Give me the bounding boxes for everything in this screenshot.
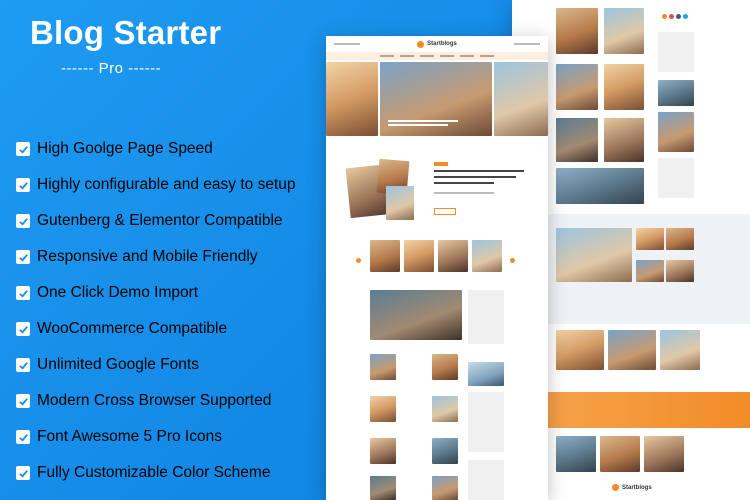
slider-image	[494, 62, 548, 136]
feature-label: Font Awesome 5 Pro Icons	[37, 428, 222, 445]
post-thumbnail	[370, 354, 396, 380]
feature-label: Responsive and Mobile Friendly	[37, 248, 258, 265]
social-icon[interactable]	[683, 14, 688, 19]
checkbox-icon	[16, 214, 30, 228]
feature-item: WooCommerce Compatible	[16, 311, 296, 347]
post-thumbnail	[604, 64, 644, 110]
sidebar-list	[468, 392, 504, 452]
subscribe-widget	[658, 32, 694, 72]
post-thumbnail	[370, 476, 396, 500]
mockup-nav	[326, 52, 548, 60]
checkbox-icon	[16, 394, 30, 408]
post-thumbnail	[604, 8, 644, 54]
feature-label: Fully Customizable Color Scheme	[37, 464, 271, 481]
featured-post	[608, 330, 656, 370]
checkbox-icon	[16, 322, 30, 336]
feature-item: Font Awesome 5 Pro Icons	[16, 419, 296, 455]
social-icon[interactable]	[669, 14, 674, 19]
social-icon[interactable]	[662, 14, 667, 19]
post-title[interactable]	[434, 176, 516, 178]
post-thumbnail	[636, 260, 664, 282]
feature-item: High Goolge Page Speed	[16, 131, 296, 167]
post-thumbnail	[556, 8, 598, 54]
feature-item: Responsive and Mobile Friendly	[16, 239, 296, 275]
post-thumbnail	[370, 438, 396, 464]
ad-image	[658, 80, 694, 106]
sidebar-image	[468, 362, 504, 386]
checkbox-icon	[16, 358, 30, 372]
slider-caption	[388, 120, 458, 122]
post-thumbnail	[666, 228, 694, 250]
featured-post	[660, 330, 700, 370]
feature-item: Modern Cross Browser Supported	[16, 383, 296, 419]
post-thumbnail	[472, 240, 502, 272]
hero-subtitle: ------ Pro ------	[61, 60, 162, 77]
post-thumbnail	[556, 436, 596, 472]
feature-label: Gutenberg & Elementor Compatible	[37, 212, 283, 229]
post-thumbnail	[370, 240, 400, 272]
checkbox-icon	[16, 286, 30, 300]
checkbox-icon	[16, 466, 30, 480]
post-thumbnail	[600, 436, 640, 472]
featured-post	[556, 330, 604, 370]
category-widget	[658, 158, 694, 198]
feature-label: WooCommerce Compatible	[37, 320, 228, 337]
post-thumbnail	[404, 240, 434, 272]
footer-logo: Startblogs	[612, 484, 652, 491]
promo-collage	[386, 186, 414, 220]
newsletter-band	[548, 392, 750, 428]
feature-item: Unlimited Google Fonts	[16, 347, 296, 383]
post-thumbnail	[432, 396, 458, 422]
post-thumbnail	[666, 260, 694, 282]
checkbox-icon	[16, 430, 30, 444]
carousel-prev-button[interactable]	[356, 258, 361, 263]
hero: Blog Starter ------ Pro ------	[14, 14, 334, 77]
featured-thumbnail	[556, 228, 632, 282]
feature-label: One Click Demo Import	[37, 284, 199, 301]
mockup-header: Startblogs	[326, 36, 548, 52]
post-thumbnail	[370, 396, 396, 422]
post-thumbnail	[644, 436, 684, 472]
slider-caption	[388, 124, 448, 126]
feature-label: Modern Cross Browser Supported	[37, 392, 272, 409]
category-tag[interactable]	[434, 162, 448, 166]
carousel-next-button[interactable]	[510, 258, 515, 263]
post-thumbnail	[556, 168, 644, 204]
post-thumbnail	[438, 240, 468, 272]
post-title[interactable]	[434, 170, 524, 172]
post-thumbnail	[636, 228, 664, 250]
read-more-button[interactable]	[434, 208, 456, 215]
mockup-logo: Startblogs	[417, 40, 457, 48]
feature-label: Unlimited Google Fonts	[37, 356, 199, 373]
post-meta	[434, 192, 494, 194]
header-date	[334, 43, 360, 45]
feature-item: Gutenberg & Elementor Compatible	[16, 203, 296, 239]
checkbox-icon	[16, 178, 30, 192]
post-thumbnail	[556, 64, 598, 110]
feature-list: High Goolge Page Speed Highly configurab…	[16, 131, 296, 491]
hero-title: Blog Starter	[30, 14, 222, 51]
post-thumbnail	[432, 438, 458, 464]
social-icon[interactable]	[676, 14, 681, 19]
checkbox-icon	[16, 250, 30, 264]
checkbox-icon	[16, 142, 30, 156]
post-title[interactable]	[434, 182, 494, 184]
slider-image	[326, 62, 378, 136]
subscribe-widget	[468, 460, 504, 500]
post-thumbnail	[432, 476, 458, 500]
feature-label: High Goolge Page Speed	[37, 140, 213, 157]
feature-label: Highly configurable and easy to setup	[37, 176, 296, 193]
mockup-page-main: Startblogs	[326, 36, 548, 500]
feature-item: Highly configurable and easy to setup	[16, 167, 296, 203]
gallery-widget	[658, 112, 694, 152]
post-thumbnail	[432, 354, 458, 380]
feature-item: One Click Demo Import	[16, 275, 296, 311]
feature-item: Fully Customizable Color Scheme	[16, 455, 296, 491]
author-widget	[468, 290, 504, 344]
post-thumbnail	[604, 118, 644, 162]
post-thumbnail	[556, 118, 598, 162]
video-post	[370, 290, 462, 340]
header-social	[513, 43, 540, 45]
